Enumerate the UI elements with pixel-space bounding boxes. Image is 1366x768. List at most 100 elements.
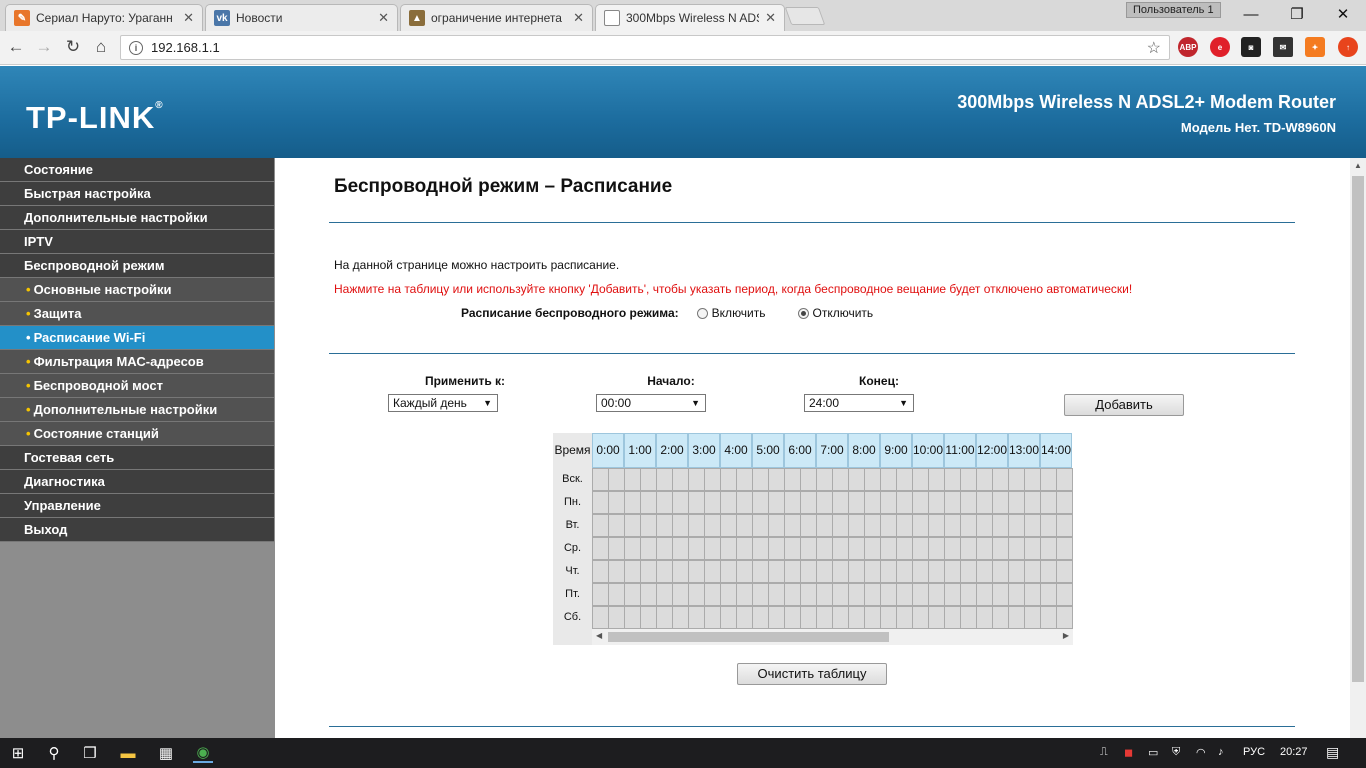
schedule-cell[interactable] <box>977 492 992 513</box>
schedule-cell[interactable] <box>641 584 656 605</box>
schedule-cell[interactable] <box>881 515 896 536</box>
radio-enable[interactable] <box>696 307 708 319</box>
schedule-cell[interactable] <box>785 584 800 605</box>
new-tab-button[interactable] <box>784 7 826 25</box>
schedule-cell[interactable] <box>881 538 896 559</box>
schedule-cell[interactable] <box>1041 492 1056 513</box>
schedule-cell[interactable] <box>961 492 976 513</box>
scrollbar-thumb[interactable] <box>1352 176 1364 682</box>
sidebar-item[interactable]: Выход <box>0 518 274 542</box>
sidebar-item[interactable]: Гостевая сеть <box>0 446 274 470</box>
schedule-cell[interactable] <box>833 561 848 582</box>
schedule-cell[interactable] <box>817 469 832 490</box>
schedule-cell[interactable] <box>961 584 976 605</box>
schedule-cell[interactable] <box>609 538 624 559</box>
schedule-cell[interactable] <box>593 538 608 559</box>
sidebar-item[interactable]: Быстрая настройка <box>0 182 274 206</box>
schedule-cell[interactable] <box>945 584 960 605</box>
schedule-cell[interactable] <box>865 584 880 605</box>
sidebar-item[interactable]: Состояние станций <box>0 422 274 446</box>
schedule-cell[interactable] <box>689 515 704 536</box>
schedule-cell[interactable] <box>881 561 896 582</box>
schedule-cell[interactable] <box>1009 492 1024 513</box>
schedule-cell[interactable] <box>689 607 704 628</box>
sidebar-item[interactable]: IPTV <box>0 230 274 254</box>
schedule-cell[interactable] <box>977 469 992 490</box>
schedule-cell[interactable] <box>897 469 912 490</box>
schedule-cell[interactable] <box>737 561 752 582</box>
schedule-cell[interactable] <box>833 515 848 536</box>
schedule-cell[interactable] <box>705 561 720 582</box>
schedule-cell[interactable] <box>977 561 992 582</box>
schedule-cell[interactable] <box>753 538 768 559</box>
schedule-cell[interactable] <box>721 561 736 582</box>
browser-tab[interactable]: ✎ Сериал Наруто: Ураганн ✕ <box>5 4 203 31</box>
schedule-cell[interactable] <box>801 584 816 605</box>
apply-to-select[interactable]: Каждый день ▼ <box>388 394 498 412</box>
schedule-cell[interactable] <box>1009 538 1024 559</box>
schedule-cell[interactable] <box>817 584 832 605</box>
schedule-cell[interactable] <box>641 607 656 628</box>
schedule-cell[interactable] <box>817 538 832 559</box>
close-icon[interactable]: ✕ <box>183 10 194 26</box>
schedule-cell[interactable] <box>961 469 976 490</box>
schedule-cell[interactable] <box>801 515 816 536</box>
schedule-cell[interactable] <box>849 561 864 582</box>
schedule-cell[interactable] <box>625 538 640 559</box>
schedule-cell[interactable] <box>993 492 1008 513</box>
schedule-cell[interactable] <box>753 469 768 490</box>
sidebar-item[interactable]: Основные настройки <box>0 278 274 302</box>
schedule-cell[interactable] <box>705 515 720 536</box>
schedule-cell[interactable] <box>1041 538 1056 559</box>
schedule-cell[interactable] <box>657 469 672 490</box>
schedule-cell[interactable] <box>929 515 944 536</box>
schedule-cell[interactable] <box>769 561 784 582</box>
schedule-cell[interactable] <box>705 584 720 605</box>
schedule-cell[interactable] <box>945 515 960 536</box>
schedule-cell[interactable] <box>913 492 928 513</box>
schedule-cell[interactable] <box>625 607 640 628</box>
schedule-cell[interactable] <box>705 492 720 513</box>
schedule-cell[interactable] <box>1025 561 1040 582</box>
schedule-cell[interactable] <box>833 607 848 628</box>
browser-tab[interactable]: ▲ ограничение интернета ✕ <box>400 4 593 31</box>
minimize-icon[interactable]: — <box>1228 0 1274 28</box>
schedule-cell[interactable] <box>1057 538 1072 559</box>
schedule-cell[interactable] <box>801 561 816 582</box>
schedule-cell[interactable] <box>753 515 768 536</box>
close-icon[interactable]: ✕ <box>573 10 584 26</box>
schedule-cell[interactable] <box>657 538 672 559</box>
schedule-cell[interactable] <box>721 515 736 536</box>
schedule-cell[interactable] <box>753 492 768 513</box>
schedule-cell[interactable] <box>737 538 752 559</box>
schedule-cell[interactable] <box>625 515 640 536</box>
extension-e-icon[interactable]: e <box>1210 37 1230 57</box>
schedule-cell[interactable] <box>657 561 672 582</box>
shield-icon[interactable]: ⛨ <box>1172 746 1180 759</box>
schedule-cell[interactable] <box>737 492 752 513</box>
close-window-icon[interactable]: ✕ <box>1320 0 1366 28</box>
schedule-cell[interactable] <box>1025 515 1040 536</box>
schedule-cell[interactable] <box>593 607 608 628</box>
maximize-icon[interactable]: ❐ <box>1274 0 1320 28</box>
schedule-cell[interactable] <box>769 492 784 513</box>
back-arrow-icon[interactable]: ← <box>4 36 28 58</box>
schedule-cell[interactable] <box>945 492 960 513</box>
schedule-cell[interactable] <box>737 584 752 605</box>
schedule-cell[interactable] <box>833 584 848 605</box>
schedule-cell[interactable] <box>817 492 832 513</box>
schedule-cell[interactable] <box>801 469 816 490</box>
sidebar-item[interactable]: Дополнительные настройки <box>0 398 274 422</box>
schedule-cell[interactable] <box>977 584 992 605</box>
schedule-cell[interactable] <box>753 607 768 628</box>
schedule-cell[interactable] <box>977 607 992 628</box>
schedule-cell[interactable] <box>1025 538 1040 559</box>
schedule-cell[interactable] <box>849 538 864 559</box>
schedule-cell[interactable] <box>961 607 976 628</box>
schedule-cell[interactable] <box>945 561 960 582</box>
schedule-cell[interactable] <box>1057 607 1072 628</box>
schedule-cell[interactable] <box>1009 561 1024 582</box>
task-view-icon[interactable]: ❒ <box>80 743 100 763</box>
schedule-cell[interactable] <box>785 469 800 490</box>
schedule-cell[interactable] <box>1041 607 1056 628</box>
